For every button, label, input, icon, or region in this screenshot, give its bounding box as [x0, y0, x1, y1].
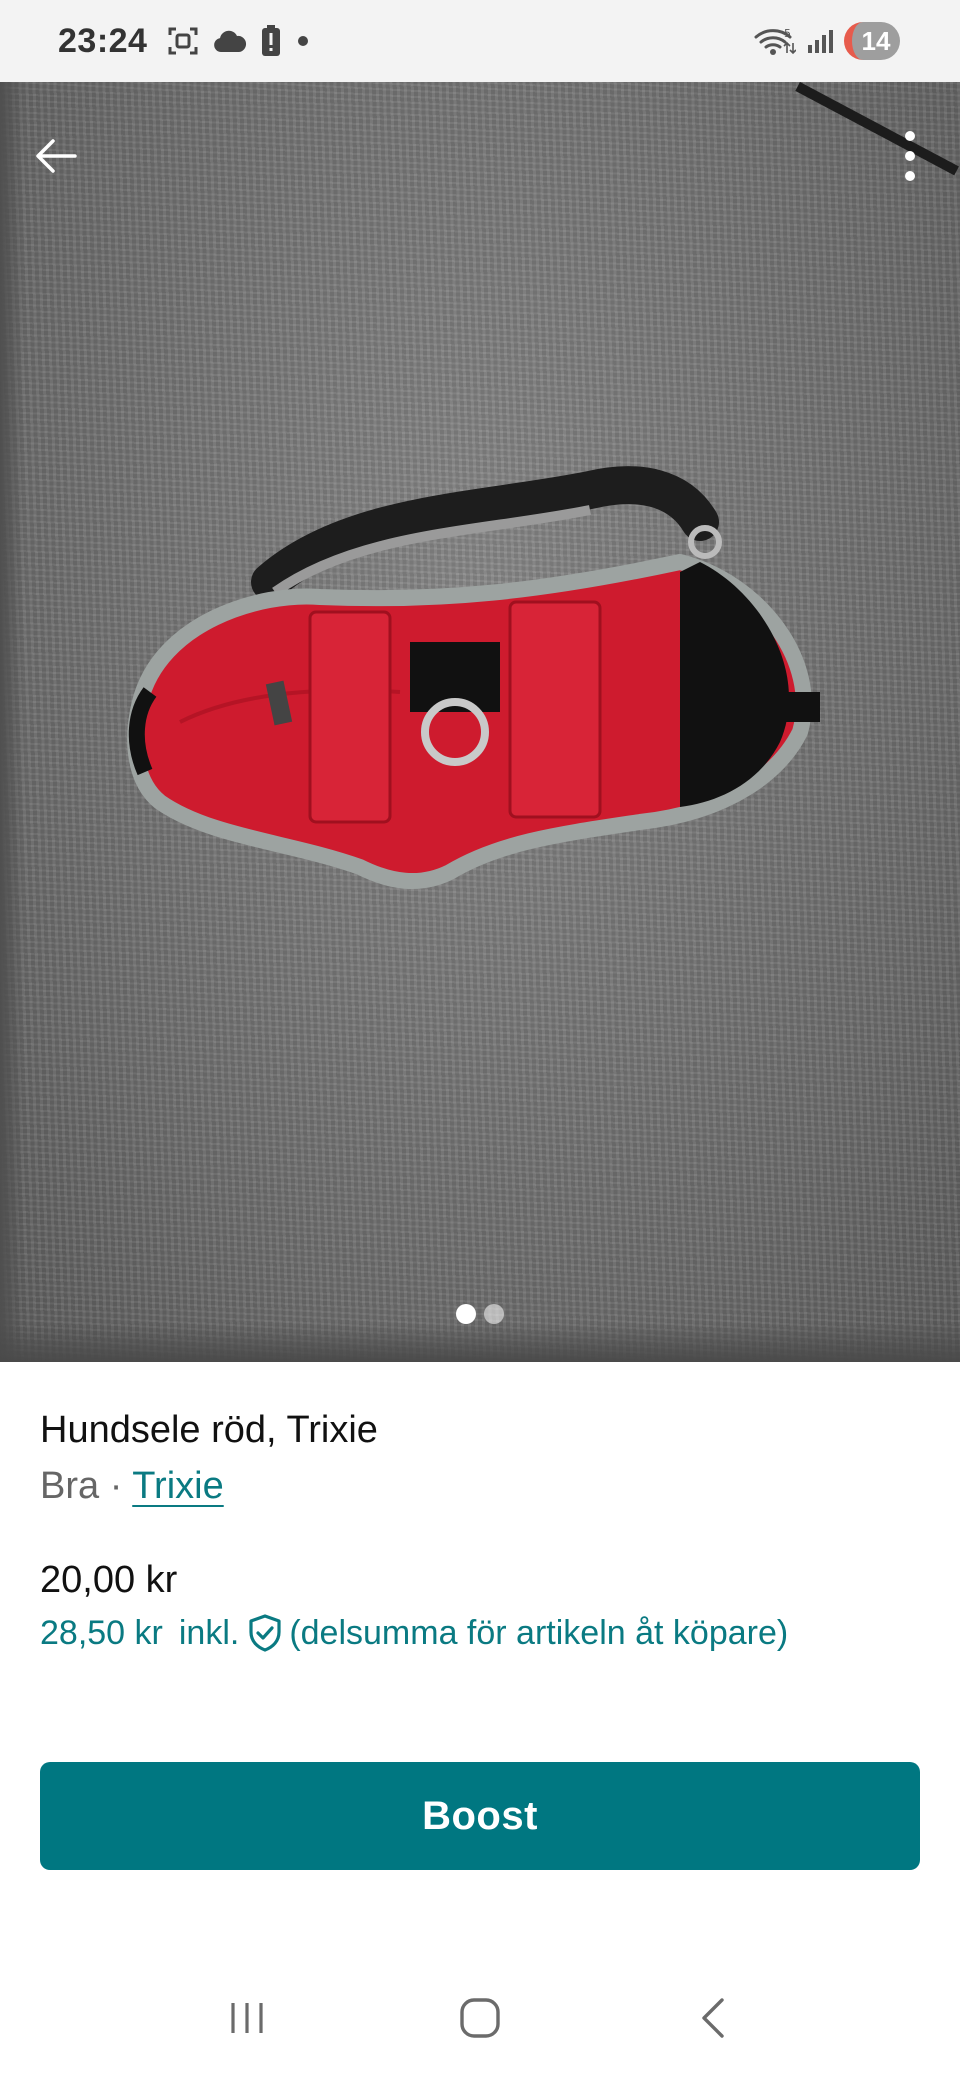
- product-photo[interactable]: [0, 82, 960, 1362]
- dot-icon: [295, 33, 311, 49]
- svg-text:5: 5: [784, 27, 791, 40]
- buyer-total-line[interactable]: 28,50 kr inkl. (delsumma för artikeln åt…: [40, 1610, 920, 1656]
- system-back-button[interactable]: [658, 1978, 768, 2058]
- total-price: 28,50 kr: [40, 1614, 163, 1652]
- clock: 23:24: [58, 21, 148, 60]
- battery-alert-icon: [261, 25, 281, 57]
- system-nav-bar: [0, 1956, 960, 2080]
- buyer-note: (delsumma för artikeln åt köpare): [289, 1614, 789, 1652]
- back-button[interactable]: [20, 120, 92, 192]
- more-options-button[interactable]: [874, 120, 946, 192]
- photo-shade-left: [0, 82, 24, 1362]
- boost-button[interactable]: Boost: [40, 1762, 920, 1870]
- brand-link[interactable]: Trixie: [132, 1465, 223, 1507]
- listing-title: Hundsele röd, Trixie: [40, 1409, 378, 1451]
- status-left: 23:24: [58, 22, 311, 61]
- recent-apps-button[interactable]: [192, 1978, 302, 2058]
- recent-apps-icon: [231, 2003, 263, 2033]
- listing-price: 20,00 kr: [40, 1559, 178, 1601]
- condition-label: Bra: [40, 1465, 100, 1507]
- listing-info: Hundsele röd, Trixie Bra · Trixie 20,00 …: [40, 1362, 920, 1656]
- shield-check-icon: [247, 1613, 283, 1653]
- harness-image: [127, 466, 820, 890]
- more-vertical-icon: [905, 131, 915, 181]
- screenshot-icon: [167, 25, 199, 57]
- cloud-icon: [213, 28, 247, 54]
- wifi-icon: 5: [754, 25, 796, 57]
- status-bar: 23:24 5 14: [0, 0, 960, 82]
- status-right: 5 14: [754, 22, 900, 60]
- incl-label: inkl.: [178, 1614, 240, 1652]
- photo-shade-bottom: [0, 1322, 960, 1362]
- home-icon: [460, 1998, 500, 2038]
- notification-badge: 14: [844, 22, 900, 60]
- gallery-dot-1[interactable]: [456, 1304, 476, 1324]
- signal-icon: [806, 27, 834, 55]
- gallery-pagination[interactable]: [0, 1304, 960, 1324]
- arrow-left-icon: [36, 139, 77, 173]
- subline-separator: ·: [99, 1465, 133, 1507]
- home-button[interactable]: [425, 1978, 535, 2058]
- gallery-dot-2[interactable]: [484, 1304, 504, 1324]
- chevron-left-icon: [702, 1998, 725, 2038]
- listing-subline: Bra · Trixie: [40, 1460, 920, 1512]
